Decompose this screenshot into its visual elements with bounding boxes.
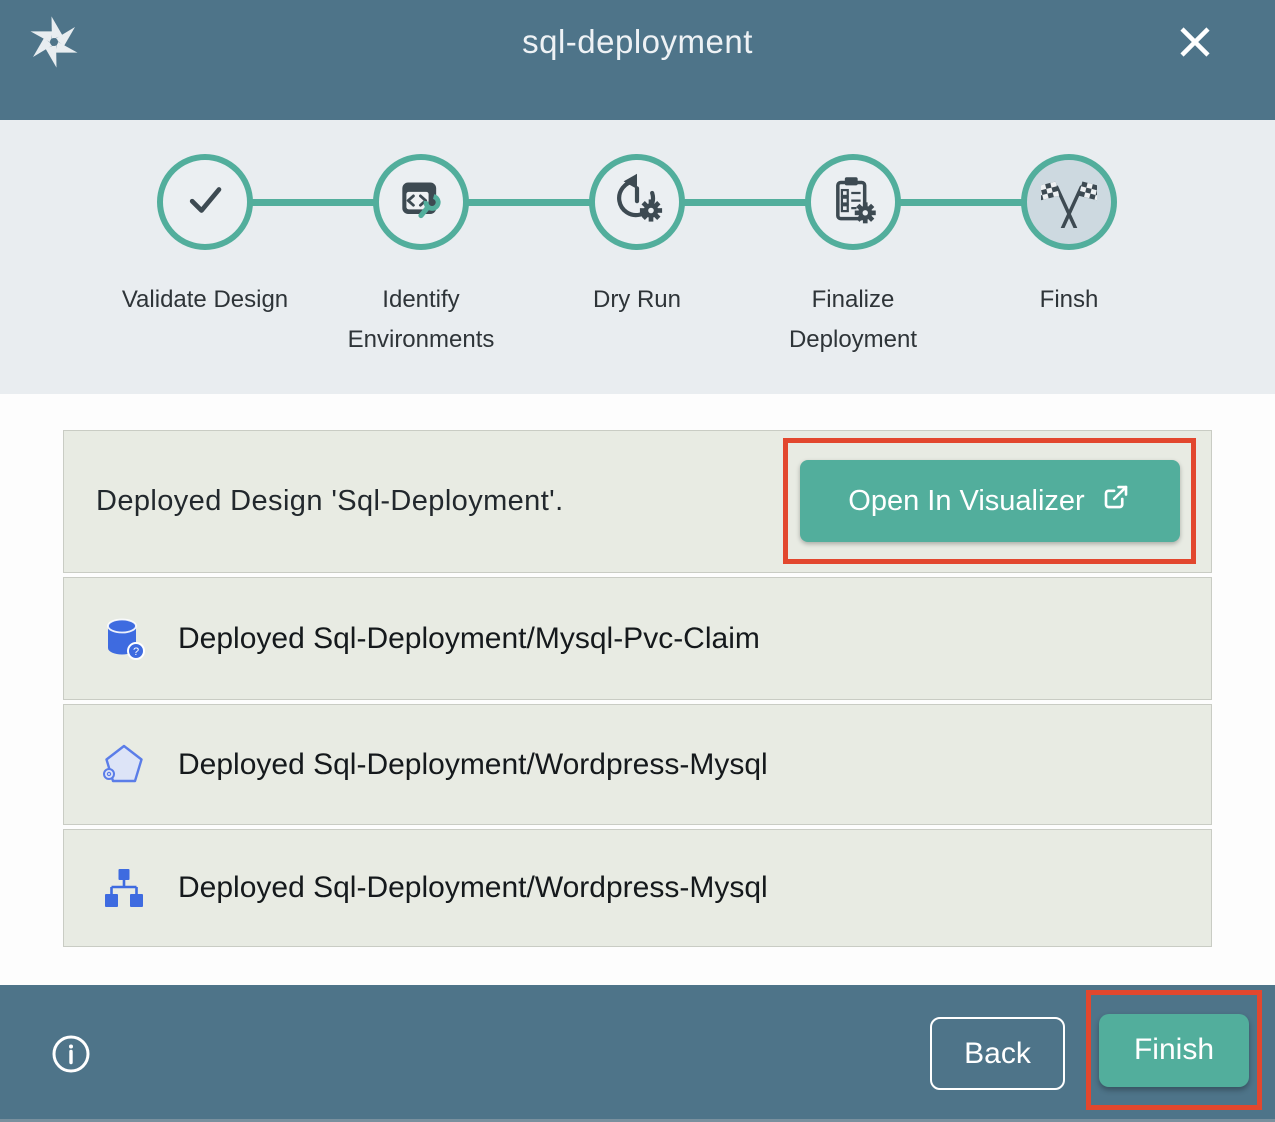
check-icon [177,172,233,233]
deployed-item-text: Deployed Sql-Deployment/Wordpress-Mysql [178,748,768,782]
history-gear-icon [609,172,665,233]
finish-button[interactable]: Finish [1099,1014,1249,1087]
step-circle [589,154,685,250]
step-label: Finsh [1040,280,1099,320]
code-window-wrench-icon [393,172,449,233]
database-icon: ? [100,615,148,663]
open-in-visualizer-button[interactable]: Open In Visualizer [800,460,1180,542]
modal-header: sql-deployment [0,0,1275,120]
step-circle [157,154,253,250]
deployed-item-row: Deployed Sql-Deployment/Wordpress-Mysql [63,704,1212,825]
deployed-item-text: Deployed Sql-Deployment/Wordpress-Mysql [178,871,768,905]
deploy-message: Deployed Design 'Sql-Deployment'. [96,485,564,518]
open-in-visualizer-label: Open In Visualizer [848,485,1084,518]
deployed-item-row: Deployed Sql-Deployment/Wordpress-Mysql [63,829,1212,947]
annotation-box-visualizer: Open In Visualizer [783,438,1196,564]
modal-footer: Back Finish [0,985,1275,1122]
open-in-new-icon [1101,482,1131,520]
wizard-stepper: Validate Design [0,120,1275,394]
step-identify-environments[interactable]: Identify Environments [313,154,529,360]
deployed-item-text: Deployed Sql-Deployment/Mysql-Pvc-Claim [178,622,760,656]
back-button[interactable]: Back [930,1017,1065,1090]
annotation-box-finish: Finish [1086,990,1262,1110]
deployed-item-row: ? Deployed Sql-Deployment/Mysql-Pvc-Clai… [63,577,1212,700]
clipboard-gear-icon [825,172,881,233]
step-validate-design[interactable]: Validate Design [97,154,313,360]
step-circle [805,154,901,250]
checkered-flags-icon [1041,172,1097,233]
hierarchy-icon [100,864,148,912]
step-finalize-deployment[interactable]: Finalize Deployment [745,154,961,360]
close-icon[interactable] [1173,20,1217,64]
step-label: Validate Design [122,280,288,320]
step-label: Identify Environments [324,280,519,360]
step-circle-active [1021,154,1117,250]
step-label: Dry Run [593,280,681,320]
deploy-summary-row: Deployed Design 'Sql-Deployment'. Open I… [63,430,1212,573]
page-title: sql-deployment [0,0,1275,84]
info-icon[interactable] [50,1033,92,1075]
deployment-wizard-modal: sql-deployment Validate Design [0,0,1275,1122]
results-panel: Deployed Design 'Sql-Deployment'. Open I… [0,394,1275,985]
step-circle [373,154,469,250]
step-dry-run[interactable]: Dry Run [529,154,745,360]
step-label: Finalize Deployment [756,280,951,360]
svg-text:?: ? [133,645,139,657]
pentagon-icon [100,741,148,789]
step-finish[interactable]: Finsh [961,154,1177,360]
